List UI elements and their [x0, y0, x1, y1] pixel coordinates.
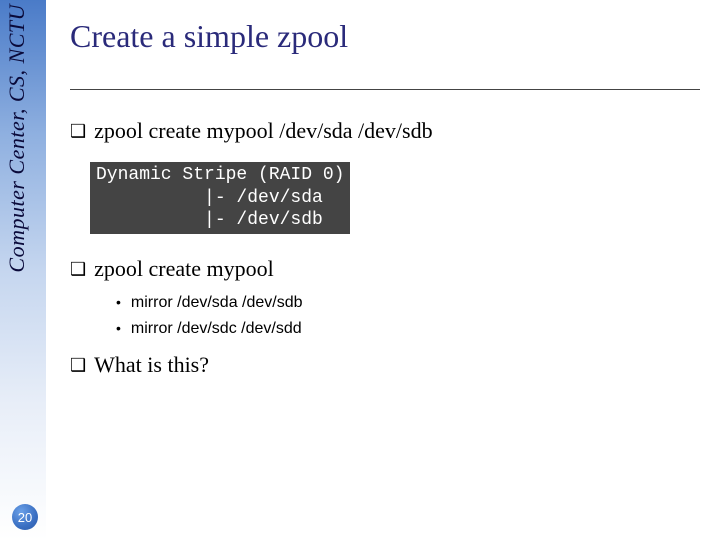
bullet-item: ❑ zpool create mypool [70, 256, 700, 282]
bullet-text: zpool create mypool [94, 256, 274, 282]
square-bullet-icon: ❑ [70, 260, 86, 278]
slide-content: Create a simple zpool ❑ zpool create myp… [70, 18, 700, 396]
code-block: Dynamic Stripe (RAID 0) |- /dev/sda |- /… [90, 162, 350, 234]
sidebar-gradient: Computer Center, CS, NCTU [0, 0, 46, 540]
title-rule [70, 89, 700, 90]
dot-bullet-icon: • [116, 294, 121, 310]
bullet-item: ❑ What is this? [70, 352, 700, 378]
sub-bullet-text: mirror /dev/sdc /dev/sdd [131, 320, 302, 338]
dot-bullet-icon: • [116, 320, 121, 336]
sub-bullet-item: • mirror /dev/sdc /dev/sdd [116, 320, 700, 338]
page-number-badge: 20 [12, 504, 38, 530]
square-bullet-icon: ❑ [70, 356, 86, 374]
square-bullet-icon: ❑ [70, 122, 86, 140]
sub-bullet-item: • mirror /dev/sda /dev/sdb [116, 294, 700, 312]
bullet-item: ❑ zpool create mypool /dev/sda /dev/sdb [70, 118, 700, 144]
bullet-text: What is this? [94, 352, 209, 378]
bullet-text: zpool create mypool /dev/sda /dev/sdb [94, 118, 432, 144]
sub-bullet-list: • mirror /dev/sda /dev/sdb • mirror /dev… [116, 294, 700, 338]
sidebar-org-text: Computer Center, CS, NCTU [4, 4, 42, 273]
slide-title: Create a simple zpool [70, 18, 700, 55]
sub-bullet-text: mirror /dev/sda /dev/sdb [131, 294, 303, 312]
